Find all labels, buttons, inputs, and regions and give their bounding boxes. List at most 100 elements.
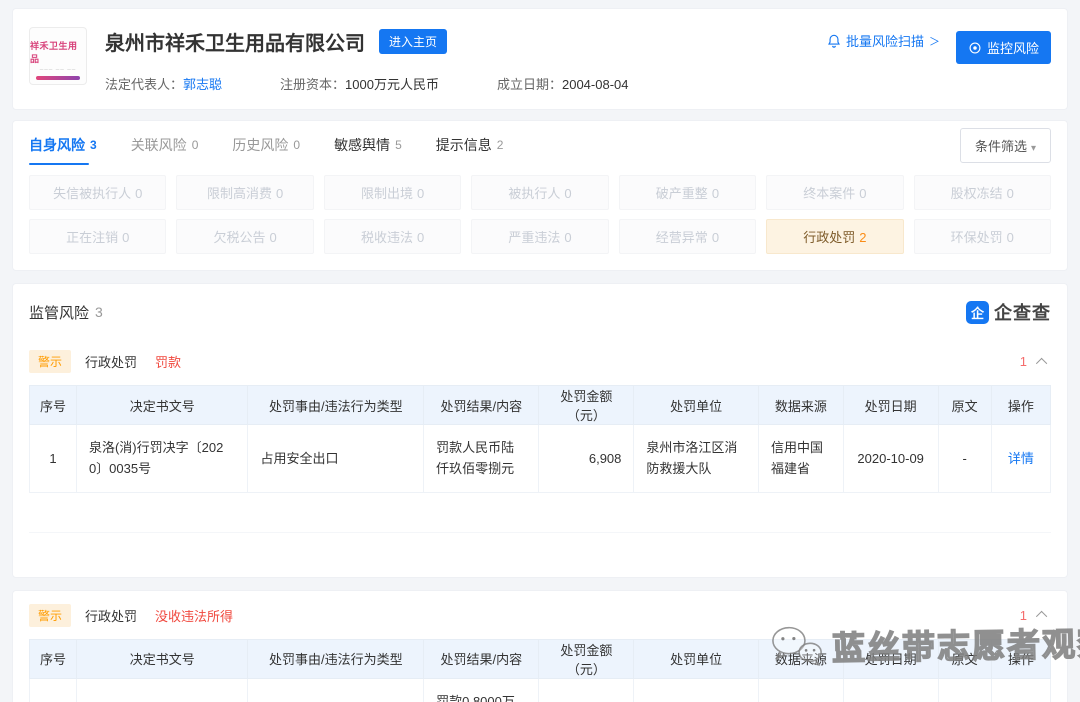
supervision-risk-card: 监管风险 3 企 企查查 警示 行政处罚 罚款 1 序号决定书文号处罚事由/违法… [12,283,1068,578]
penalty-section-card-confiscation: 警示 行政处罚 没收违法所得 1 序号决定书文号处罚事由/违法行为类型处罚结果/… [12,590,1068,702]
risk-chip-7[interactable]: 正在注销0 [29,219,166,254]
risk-chip-label: 限制出境 [361,186,413,201]
cell-result: 罚款人民币陆仟玖佰零捌元 [424,425,539,493]
cell-amount: 8,000 [539,678,634,702]
column-header: 处罚日期 [843,386,938,425]
risk-chip-6[interactable]: 股权冻结 0 [914,175,1051,210]
chevron-right-icon: ＞ [929,33,940,49]
risk-chip-12[interactable]: 行政处罚2 [766,219,903,254]
tab-label: 自身风险 [29,135,85,155]
alarm-icon [827,34,841,48]
risk-tabs: 自身风险 3 关联风险0 历史风险0 敏感舆情5 提示信息2 条件筛选▾ [29,121,1051,169]
warning-badge: 警示 [29,604,71,627]
tab-1[interactable]: 关联风险0 [131,121,199,169]
risk-chip-11[interactable]: 经营异常 0 [619,219,756,254]
cell-unit: 泉州市洛江区消防救援大队 [634,425,759,493]
column-header: 处罚金额（元） [539,639,634,678]
tab-label: 敏感舆情 [334,135,390,155]
section-count: 1 [1020,354,1027,369]
risk-chip-label: 经营异常 [656,230,708,245]
detail-link[interactable]: 详情 [1008,451,1034,466]
tab-3[interactable]: 敏感舆情5 [334,121,402,169]
legal-representative-link[interactable]: 郭志聪 [183,77,222,92]
column-header: 序号 [30,386,77,425]
monitor-risk-button[interactable]: 监控风险 [956,31,1051,64]
tab-4[interactable]: 提示信息2 [436,121,504,169]
column-header: 处罚单位 [634,639,759,678]
section-category: 行政处罚 [85,352,137,371]
enter-homepage-button[interactable]: 进入主页 [379,29,447,54]
cell-source: 信用中国福建省 [758,425,843,493]
column-header: 处罚结果/内容 [424,639,539,678]
qichacha-brand-text: 企查查 [994,299,1051,325]
tab-2[interactable]: 历史风险0 [232,121,300,169]
risk-chip-label: 税收违法 [361,230,413,245]
penalty-table-confiscation: 序号决定书文号处罚事由/违法行为类型处罚结果/内容处罚金额（元）处罚单位数据来源… [29,639,1051,702]
section-count: 1 [1020,608,1027,623]
risk-chip-label: 严重违法 [508,230,560,245]
batch-risk-scan-link[interactable]: 批量风险扫描 ＞ [827,31,940,50]
risk-chip-1[interactable]: 限制高消费0 [176,175,313,210]
risk-chip-count: 0 [712,230,719,245]
column-header: 处罚事由/违法行为类型 [248,639,424,678]
risk-chip-9[interactable]: 税收违法0 [324,219,461,254]
cell-date: 2020-10-09 [843,425,938,493]
risk-tabs-card: 自身风险 3 关联风险0 历史风险0 敏感舆情5 提示信息2 条件筛选▾ 失信被执行人 0 限… [12,120,1068,271]
risk-chip-count: 0 [122,230,129,245]
risk-chip-4[interactable]: 破产重整 0 [619,175,756,210]
risk-chip-count: 0 [564,230,571,245]
chevron-down-icon: ▾ [1031,143,1036,154]
qichacha-logo-icon: 企 [966,301,989,324]
risk-chip-2[interactable]: 限制出境0 [324,175,461,210]
cell-action[interactable]: 详情 [991,425,1050,493]
risk-chip-count: 0 [1007,186,1014,201]
cell-reason: 违反“泉州市祥禾卫生用品有限公司” 生产不合格商品 [248,678,424,702]
risk-chip-count: 0 [564,186,571,201]
cell-action[interactable]: 详情 [991,678,1050,702]
column-header: 处罚金额（元） [539,386,634,425]
risk-chip-8[interactable]: 欠税公告0 [176,219,313,254]
column-header: 决定书文号 [76,639,248,678]
penalty-section-header-confiscation: 警示 行政处罚 没收违法所得 1 [13,591,1067,639]
risk-chip-0[interactable]: 失信被执行人 0 [29,175,166,210]
risk-chip-5[interactable]: 终本案件0 [766,175,903,210]
column-header: 序号 [30,639,77,678]
risk-chip-count: 0 [712,186,719,201]
tab-count: 3 [90,138,97,152]
cell-amount: 6,908 [539,425,634,493]
risk-chip-label: 破产重整 [656,186,708,201]
tab-0[interactable]: 自身风险 3 [29,121,97,169]
registered-capital-value: 1000万元人民币 [345,77,439,92]
tab-label: 提示信息 [436,135,492,155]
risk-chip-13[interactable]: 环保处罚0 [914,219,1051,254]
collapse-icon[interactable] [1036,611,1047,622]
table-row: 1泉洛市监万处字[2020]8号违反“泉州市祥禾卫生用品有限公司” 生产不合格商… [30,678,1051,702]
risk-chip-count: 0 [135,186,142,201]
cell-source: 工商局 [758,678,843,702]
risk-chip-3[interactable]: 被执行人0 [471,175,608,210]
risk-chip-10[interactable]: 严重违法 0 [471,219,608,254]
column-header: 处罚事由/违法行为类型 [248,386,424,425]
company-logo-text: 祥禾卫生用品 [30,39,86,65]
column-header: 数据来源 [758,639,843,678]
cell-seq: 1 [30,425,77,493]
section-category: 行政处罚 [85,606,137,625]
filter-button[interactable]: 条件筛选▾ [960,128,1051,163]
company-logo: 祥禾卫生用品 ─── ── ── [29,27,87,85]
table-footer-space [29,493,1051,533]
establish-date: 成立日期：2004-08-04 [497,74,629,93]
collapse-icon[interactable] [1036,357,1047,368]
section-subtype: 罚款 [155,352,181,371]
risk-chip-label: 限制高消费 [207,186,272,201]
cell-result: 罚款0.8000万元，没收违法所得和非法财物0.0560万元 [424,678,539,702]
risk-chip-label: 终本案件 [803,186,855,201]
penalty-section-header-fine: 警示 行政处罚 罚款 1 [13,337,1067,385]
cell-date: 2020-12-10 [843,678,938,702]
column-header: 决定书文号 [76,386,248,425]
supervision-count: 3 [95,304,103,320]
risk-chip-label: 股权冻结 [951,186,1003,201]
column-header: 数据来源 [758,386,843,425]
risk-chip-label: 失信被执行人 [53,186,131,201]
column-header: 处罚单位 [634,386,759,425]
legal-representative: 法定代表人：郭志聪 [105,74,222,93]
